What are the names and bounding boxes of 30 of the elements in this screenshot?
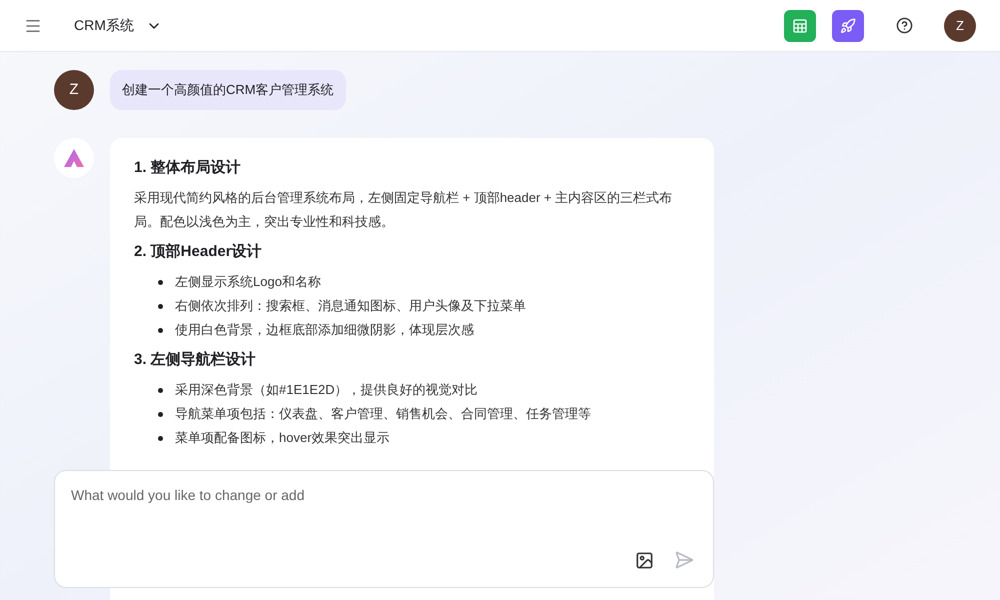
- project-dropdown[interactable]: CRM系统: [74, 15, 162, 36]
- list-item: 使用白色背景，边框底部添加细微阴影，体现层次感: [175, 321, 474, 339]
- bullet-icon: [158, 436, 163, 440]
- logo-icon: [63, 147, 85, 169]
- table-icon: [792, 18, 808, 34]
- send-icon: [674, 550, 694, 570]
- bullet-icon: [158, 412, 163, 416]
- section-heading: 1. 整体布局设计: [134, 158, 242, 178]
- bullet-icon: [158, 388, 163, 392]
- section-heading: 2. 顶部Header设计: [134, 242, 263, 262]
- list-item: 采用深色背景（如#1E1E2D），提供良好的视觉对比: [175, 381, 478, 399]
- rocket-icon: [840, 18, 856, 34]
- image-button[interactable]: [635, 550, 654, 570]
- user-message: 创建一个高颜值的CRM客户管理系统: [110, 70, 346, 110]
- message-input[interactable]: What would you like to change or add: [54, 470, 714, 588]
- image-icon: [635, 550, 654, 570]
- spreadsheet-button[interactable]: [784, 10, 816, 42]
- paragraph: 采用现代简约风格的后台管理系统布局，左侧固定导航栏 + 顶部header + 主内容区的三栏式布局。配色以浅色为主，突出专业性和科技感。: [134, 189, 674, 231]
- help-icon: [896, 17, 912, 34]
- section-heading: 3. 左侧导航栏设计: [134, 350, 257, 370]
- bullet-icon: [158, 328, 163, 332]
- list-item: 右侧依次排列：搜索框、消息通知图标、用户头像及下拉菜单: [175, 297, 526, 315]
- user-avatar[interactable]: Z: [944, 10, 976, 42]
- list-item: 菜单项配备图标，hover效果突出显示: [175, 429, 390, 447]
- list-item: 导航菜单项包括：仪表盘、客户管理、销售机会、合同管理、任务管理等: [175, 405, 591, 423]
- deploy-button[interactable]: [832, 10, 864, 42]
- bullet-icon: [158, 304, 163, 308]
- user-avatar: Z: [54, 70, 94, 110]
- bullet-icon: [158, 280, 163, 284]
- list-item: 左侧显示系统Logo和名称: [175, 273, 321, 291]
